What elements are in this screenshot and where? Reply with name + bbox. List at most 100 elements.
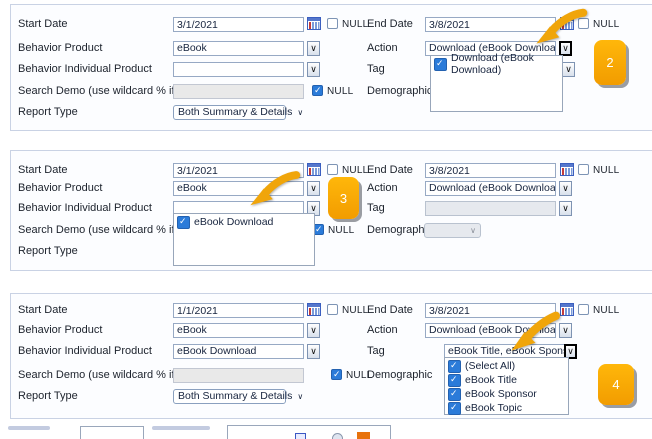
search-demo-null-checkbox[interactable] bbox=[331, 369, 342, 380]
report-type-select[interactable]: Both Summary & Details bbox=[173, 105, 286, 120]
chevron-down-icon[interactable] bbox=[307, 41, 320, 56]
step-badge: 4 bbox=[598, 364, 634, 405]
behavior-individual-product-label: Behavior Individual Product bbox=[18, 345, 152, 357]
annotation-arrow-icon bbox=[504, 7, 619, 47]
dropdown-item[interactable]: eBook Title bbox=[445, 373, 568, 387]
action-dropdown-list: Download (eBook Download) bbox=[430, 55, 563, 112]
end-date-null-checkbox[interactable] bbox=[578, 304, 589, 315]
filter-panel-3: Start Date NULL End Date NULL Behavior P… bbox=[10, 293, 652, 419]
search-demo-input[interactable] bbox=[173, 84, 304, 99]
dropdown-item-label: eBook Download bbox=[194, 216, 273, 228]
null-label: NULL bbox=[593, 305, 619, 316]
cutoff-text-fragment bbox=[152, 426, 210, 430]
start-date-input[interactable] bbox=[173, 303, 304, 318]
chevron-down-icon[interactable] bbox=[307, 323, 320, 338]
report-type-value: Both Summary & Details bbox=[178, 390, 292, 403]
chevron-down-icon[interactable] bbox=[559, 201, 572, 216]
null-label: NULL bbox=[342, 19, 368, 30]
filter-panel-1: Start Date NULL End Date NULL Behavior P… bbox=[10, 4, 652, 131]
behavior-product-label: Behavior Product bbox=[18, 182, 102, 194]
demographic-label: Demographic bbox=[367, 369, 432, 381]
cutoff-input-fragment[interactable] bbox=[80, 426, 144, 439]
chevron-down-icon bbox=[297, 390, 303, 403]
demographic-label: Demographic bbox=[367, 85, 432, 97]
step-badge: 3 bbox=[328, 177, 359, 219]
calendar-icon[interactable] bbox=[307, 163, 321, 177]
checked-checkbox-icon[interactable] bbox=[434, 58, 447, 71]
report-type-select[interactable]: Both Summary & Details bbox=[173, 389, 286, 404]
behavior-product-combo[interactable]: eBook bbox=[173, 41, 304, 56]
start-date-label: Start Date bbox=[18, 304, 68, 316]
end-date-label: End Date bbox=[367, 18, 413, 30]
null-label: NULL bbox=[328, 225, 354, 236]
behavior-product-label: Behavior Product bbox=[18, 324, 102, 336]
annotation-arrow-icon bbox=[503, 310, 563, 354]
cutoff-circle-icon[interactable] bbox=[332, 433, 343, 439]
chevron-down-icon bbox=[297, 106, 303, 119]
report-type-label: Report Type bbox=[18, 106, 78, 118]
search-demo-input[interactable] bbox=[173, 368, 304, 383]
tag-label: Tag bbox=[367, 345, 385, 357]
row-search-demographic: Search Demo (use wildcard % if needed) N… bbox=[11, 223, 652, 239]
checked-checkbox-icon[interactable] bbox=[448, 402, 461, 415]
start-date-label: Start Date bbox=[18, 164, 68, 176]
tag-label: Tag bbox=[367, 202, 385, 214]
start-date-null-checkbox[interactable] bbox=[327, 18, 338, 29]
report-filter-screenshot: { "labels": { "null": "NULL" }, "colors"… bbox=[0, 0, 652, 439]
calendar-icon[interactable] bbox=[560, 163, 574, 177]
null-label: NULL bbox=[342, 305, 368, 316]
null-label: NULL bbox=[593, 165, 619, 176]
start-date-input[interactable] bbox=[173, 17, 304, 32]
dropdown-item-label: Download (eBook Download) bbox=[451, 52, 559, 76]
chevron-down-icon[interactable] bbox=[307, 62, 320, 77]
tag-combo[interactable] bbox=[425, 201, 556, 216]
end-date-label: End Date bbox=[367, 164, 413, 176]
chevron-down-icon[interactable] bbox=[559, 181, 572, 196]
behavior-individual-product-combo[interactable] bbox=[173, 62, 304, 77]
checked-checkbox-icon[interactable] bbox=[177, 216, 190, 229]
end-date-input[interactable] bbox=[425, 163, 556, 178]
start-date-null-checkbox[interactable] bbox=[327, 304, 338, 315]
null-label: NULL bbox=[342, 165, 368, 176]
action-label: Action bbox=[367, 182, 398, 194]
cutoff-blue-icon[interactable] bbox=[295, 433, 306, 439]
search-demo-null-checkbox[interactable] bbox=[312, 85, 323, 96]
cutoff-bottom-row bbox=[0, 424, 652, 439]
dropdown-item-label: eBook Topic bbox=[465, 402, 522, 414]
behavior-product-combo[interactable]: eBook bbox=[173, 323, 304, 338]
end-date-null-checkbox[interactable] bbox=[578, 164, 589, 175]
row-dates: Start Date NULL End Date NULL bbox=[11, 163, 652, 179]
dropdown-item[interactable]: Download (eBook Download) bbox=[431, 57, 562, 71]
cutoff-orange-icon[interactable] bbox=[357, 432, 370, 439]
chevron-down-icon[interactable] bbox=[307, 181, 320, 196]
demographic-label: Demographic bbox=[367, 224, 432, 236]
behavior-individual-product-combo[interactable]: eBook Download bbox=[173, 344, 304, 359]
action-label: Action bbox=[367, 42, 398, 54]
dropdown-item[interactable]: eBook Topic bbox=[445, 401, 568, 415]
dropdown-item-label: (Select All) bbox=[465, 360, 515, 372]
action-label: Action bbox=[367, 324, 398, 336]
behavior-individual-product-label: Behavior Individual Product bbox=[18, 63, 152, 75]
demographic-select[interactable] bbox=[424, 223, 481, 238]
behavior-individual-product-label: Behavior Individual Product bbox=[18, 202, 152, 214]
chevron-down-icon[interactable] bbox=[562, 62, 575, 77]
null-label: NULL bbox=[327, 86, 353, 97]
dropdown-item[interactable]: (Select All) bbox=[445, 359, 568, 373]
row-report-type: Report Type bbox=[11, 244, 652, 260]
checked-checkbox-icon[interactable] bbox=[448, 388, 461, 401]
cutoff-text-fragment bbox=[8, 426, 50, 430]
calendar-icon[interactable] bbox=[307, 17, 321, 31]
report-type-value: Both Summary & Details bbox=[178, 106, 292, 119]
dropdown-item[interactable]: eBook Sponsor bbox=[445, 387, 568, 401]
calendar-icon[interactable] bbox=[307, 303, 321, 317]
dropdown-item[interactable]: eBook Download bbox=[174, 215, 314, 229]
action-combo[interactable]: Download (eBook Download) bbox=[425, 181, 556, 196]
chevron-down-icon[interactable] bbox=[307, 344, 320, 359]
checked-checkbox-icon[interactable] bbox=[448, 374, 461, 387]
dropdown-item-label: eBook Title bbox=[465, 374, 517, 386]
tag-dropdown-list: (Select All) eBook Title eBook Sponsor e… bbox=[444, 357, 569, 415]
checked-checkbox-icon[interactable] bbox=[448, 360, 461, 373]
filter-panel-2: Start Date NULL End Date NULL Behavior P… bbox=[10, 150, 652, 271]
individual-product-dropdown-list: eBook Download bbox=[173, 213, 315, 266]
start-date-null-checkbox[interactable] bbox=[327, 164, 338, 175]
